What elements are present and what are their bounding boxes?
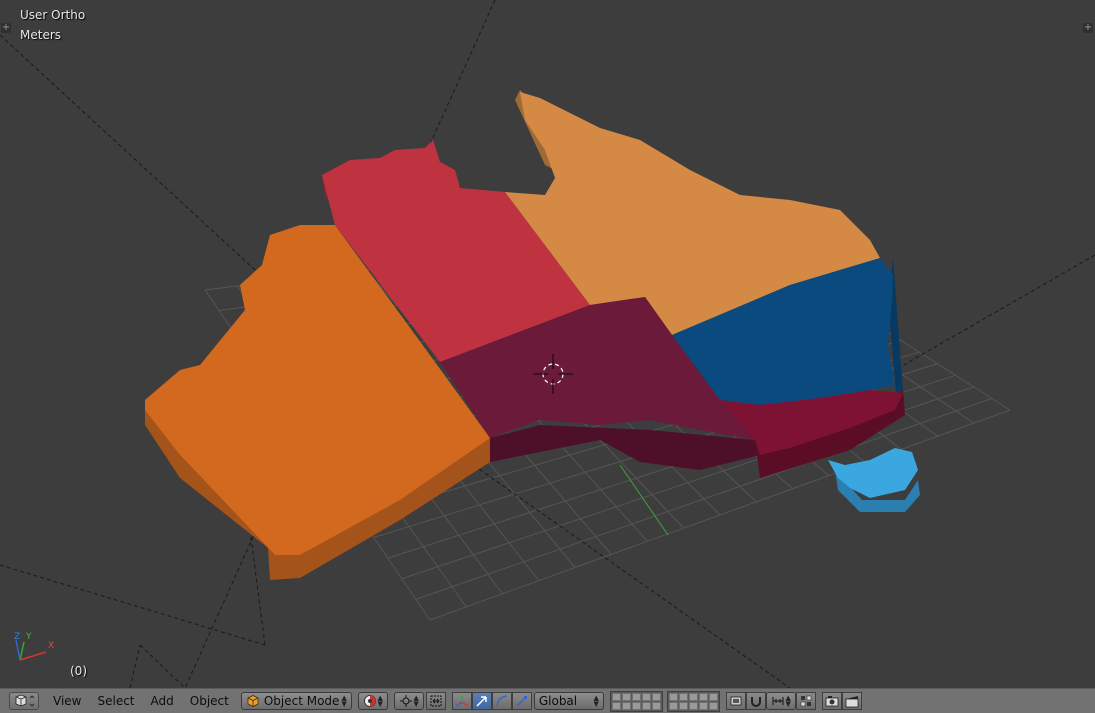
snap-toggle-button[interactable] bbox=[745, 692, 766, 710]
gizmo-z-label: Z bbox=[14, 632, 21, 642]
dropdown-arrows-icon: ▲ ▼ bbox=[341, 694, 347, 708]
viewport-shading-select[interactable]: ▲ ▼ bbox=[357, 692, 388, 710]
region-expand-right-icon[interactable]: + bbox=[1083, 23, 1093, 33]
translate-manipulator-button[interactable] bbox=[471, 692, 492, 710]
axis-gizmo-icon bbox=[15, 639, 47, 661]
dropdown-arrows-icon: ▲ ▼ bbox=[413, 694, 419, 708]
region-expand-left-icon[interactable]: + bbox=[1, 23, 11, 33]
frame-counter: (0) bbox=[70, 664, 87, 678]
editor-type-button[interactable] bbox=[9, 692, 39, 710]
3d-viewport[interactable]: User Ortho Meters (0) Z Y X + + bbox=[0, 0, 1095, 688]
layer-lock-icon bbox=[730, 696, 742, 706]
layers-group-1[interactable] bbox=[609, 690, 663, 712]
menu-add[interactable]: Add bbox=[143, 692, 182, 710]
viewport-header: View Select Add Object Object Mode ▲ ▼ ▲ ▼… bbox=[0, 688, 1095, 713]
dropdown-arrows-icon: ▲ ▼ bbox=[593, 694, 599, 708]
pivot-point-icon bbox=[399, 695, 412, 707]
scale-handle-icon bbox=[516, 696, 527, 707]
manipulate-center-icon bbox=[430, 695, 442, 707]
units-label: Meters bbox=[20, 28, 62, 42]
cube-editor-icon bbox=[15, 694, 35, 707]
manipulator-axes-icon bbox=[455, 695, 469, 707]
snap-increment-icon bbox=[772, 697, 784, 705]
dropdown-arrows-icon: ▲ ▼ bbox=[785, 694, 791, 708]
scene-canvas[interactable] bbox=[0, 0, 1095, 688]
mode-select[interactable]: Object Mode ▲ ▼ bbox=[240, 692, 352, 710]
transform-orientation-select[interactable]: Global ▲ ▼ bbox=[533, 692, 604, 710]
mode-select-value: Object Mode bbox=[263, 694, 340, 708]
snap-magnet-icon bbox=[750, 697, 761, 707]
render-animation-button[interactable] bbox=[841, 692, 862, 710]
dropdown-arrows-icon: ▲ ▼ bbox=[377, 694, 383, 708]
snap-element-select[interactable]: ▲ ▼ bbox=[765, 692, 796, 710]
gizmo-x-label: X bbox=[48, 641, 55, 651]
transform-orientation-value: Global bbox=[538, 694, 578, 708]
menu-select[interactable]: Select bbox=[89, 692, 142, 710]
camera-icon bbox=[825, 696, 839, 707]
clapperboard-icon bbox=[845, 696, 859, 708]
object-mode-icon bbox=[247, 695, 259, 707]
snap-target-icon bbox=[800, 695, 812, 707]
rotate-manipulator-button[interactable] bbox=[491, 692, 512, 710]
pivot-point-select[interactable]: ▲ ▼ bbox=[393, 692, 424, 710]
scale-manipulator-button[interactable] bbox=[511, 692, 532, 710]
transform-manipulators-toggle[interactable] bbox=[451, 692, 472, 710]
lock-layers-button[interactable] bbox=[725, 692, 746, 710]
snap-target-button[interactable] bbox=[795, 692, 816, 710]
render-opengl-button[interactable] bbox=[821, 692, 842, 710]
view-name-label: User Ortho bbox=[20, 8, 86, 22]
layers-group-2[interactable] bbox=[666, 690, 720, 712]
translate-arrow-icon bbox=[476, 696, 487, 707]
menu-object[interactable]: Object bbox=[182, 692, 237, 710]
rotate-arc-icon bbox=[496, 695, 507, 707]
pivot-manipulate-center-button[interactable] bbox=[425, 692, 446, 710]
menu-view[interactable]: View bbox=[45, 692, 89, 710]
shading-solid-icon bbox=[363, 695, 376, 707]
gizmo-y-label: Y bbox=[26, 632, 32, 642]
